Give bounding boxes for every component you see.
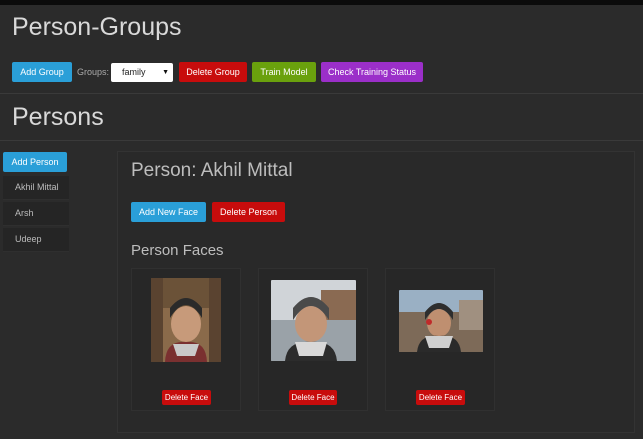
chevron-down-icon: ▼ (162, 69, 169, 76)
face-photo (151, 278, 221, 362)
persons-title: Persons (12, 103, 104, 131)
add-person-button[interactable]: Add Person (3, 152, 67, 172)
person-heading: Person: Akhil Mittal (131, 160, 293, 181)
top-bar (0, 0, 643, 5)
delete-person-button[interactable]: Delete Person (212, 202, 285, 222)
add-group-button[interactable]: Add Group (12, 62, 72, 82)
person-faces-heading: Person Faces (131, 242, 224, 259)
person-list-item[interactable]: Arsh (3, 202, 69, 226)
train-model-button[interactable]: Train Model (252, 62, 316, 82)
section-divider (0, 93, 643, 94)
check-training-status-button[interactable]: Check Training Status (321, 62, 423, 82)
person-list-item[interactable]: Udeep (3, 228, 69, 252)
person-list: Akhil Mittal Arsh Udeep (3, 176, 69, 254)
delete-face-button[interactable]: Delete Face (289, 390, 337, 405)
groups-label: Groups: (77, 67, 110, 77)
group-select[interactable]: family ▼ (111, 63, 173, 82)
person-groups-title: Person-Groups (12, 13, 182, 41)
face-photo (399, 290, 483, 352)
person-list-item[interactable]: Akhil Mittal (3, 176, 69, 200)
section-divider (0, 140, 643, 141)
face-photo (271, 280, 356, 361)
group-select-value: family (122, 67, 146, 77)
delete-face-button[interactable]: Delete Face (416, 390, 465, 405)
add-new-face-button[interactable]: Add New Face (131, 202, 206, 222)
delete-face-button[interactable]: Delete Face (162, 390, 211, 405)
delete-group-button[interactable]: Delete Group (179, 62, 247, 82)
